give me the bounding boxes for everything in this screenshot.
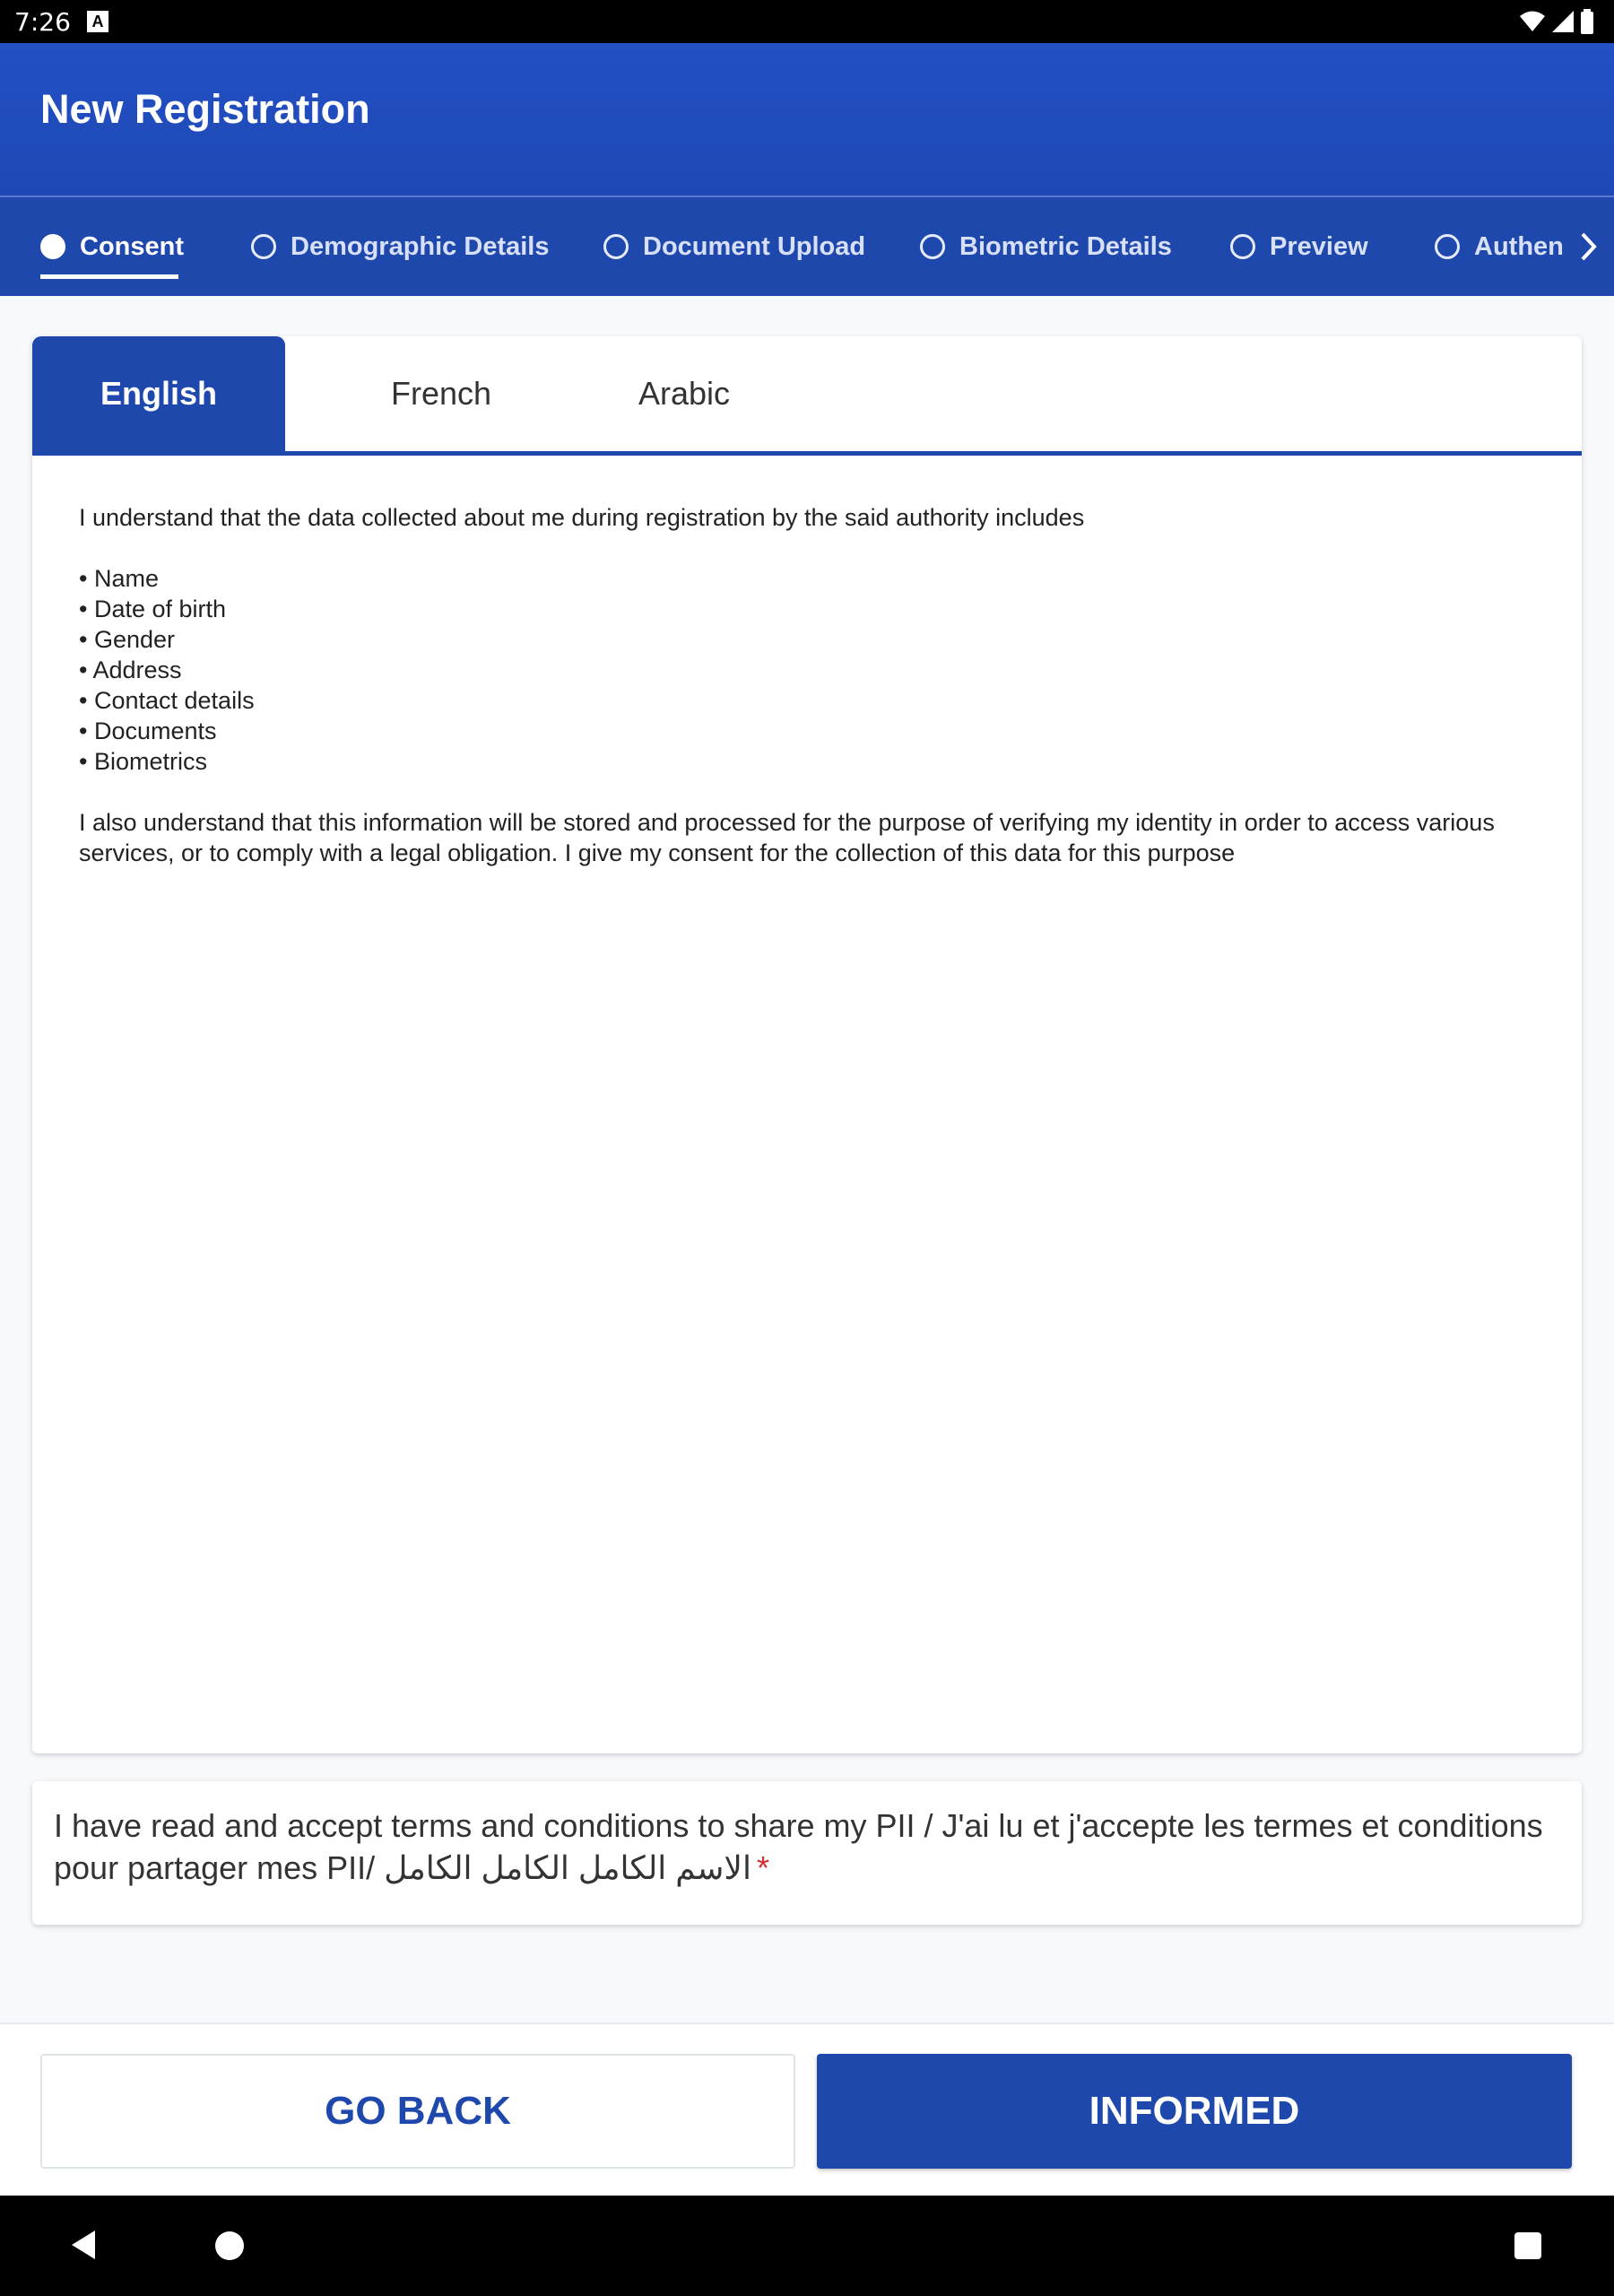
step-preview[interactable]: Preview [1230,197,1368,296]
page-title: New Registration [40,86,370,132]
cellular-signal-icon [1552,11,1574,32]
bottom-action-bar: GO BACK INFORMED [0,2022,1614,2196]
informed-button[interactable]: INFORMED [817,2054,1572,2169]
step-label: Demographic Details [291,231,550,261]
accept-terms-text: I have read and accept terms and conditi… [54,1807,1543,1886]
list-item: Date of birth [79,594,1532,624]
list-item: Contact details [79,685,1532,716]
list-item: Biometrics [79,746,1532,777]
tab-french[interactable]: French [315,336,568,451]
registration-stepper: Consent Demographic Details Document Upl… [0,197,1614,296]
step-circle-icon [603,234,629,259]
go-back-button[interactable]: GO BACK [40,2054,795,2169]
nav-back-icon[interactable] [70,2230,97,2260]
tab-arabic[interactable]: Arabic [558,336,811,451]
list-item: Address [79,655,1532,685]
collected-data-list: Name Date of birth Gender Address Contac… [79,563,1532,777]
consent-closing: I also understand that this information … [79,809,1495,866]
active-step-indicator [40,274,178,279]
step-label: Authent [1474,231,1566,261]
app-bar: New Registration [0,43,1614,197]
accept-terms-label: I have read and accept terms and conditi… [54,1805,1560,1889]
step-demographic-details[interactable]: Demographic Details [251,197,549,296]
tab-english[interactable]: English [32,336,285,451]
consent-text: I understand that the data collected abo… [79,502,1532,868]
step-circle-icon [1435,234,1460,259]
status-icons [1519,9,1594,34]
required-asterisk: * [756,1849,769,1886]
chevron-right-icon [1581,232,1597,261]
battery-icon [1581,9,1593,34]
step-label: Preview [1270,231,1368,261]
list-item: Documents [79,716,1532,746]
list-item: Gender [79,624,1532,655]
accept-terms-field[interactable]: I have read and accept terms and conditi… [32,1781,1582,1925]
status-bar: 7:26 A [0,0,1614,43]
step-label: Consent [80,231,184,261]
consent-card: English French Arabic I understand that … [32,336,1582,1753]
list-item: Name [79,563,1532,594]
stepper-scroll-next-button[interactable] [1564,213,1614,280]
step-circle-icon [1230,234,1255,259]
system-nav-bar [0,2196,1614,2296]
step-label: Biometric Details [959,231,1172,261]
step-circle-icon [920,234,945,259]
nav-recents-icon[interactable] [1514,2232,1541,2259]
wifi-icon [1520,11,1545,31]
step-authentication[interactable]: Authent [1435,197,1566,296]
nav-home-icon[interactable] [215,2231,244,2260]
step-document-upload[interactable]: Document Upload [603,197,865,296]
step-biometric-details[interactable]: Biometric Details [920,197,1172,296]
step-circle-icon [251,234,276,259]
step-active-circle-icon [40,234,65,259]
step-consent[interactable]: Consent [40,197,184,296]
consent-intro: I understand that the data collected abo… [79,504,1085,531]
notification-icon: A [87,11,108,32]
step-label: Document Upload [643,231,866,261]
status-time: 7:26 [14,7,71,37]
language-tabs: English French Arabic [32,336,1582,456]
